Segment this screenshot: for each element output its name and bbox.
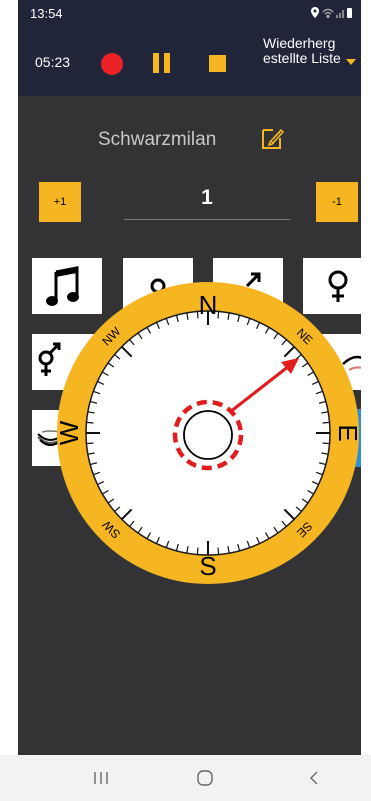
compass-center-button[interactable] bbox=[183, 410, 233, 460]
pause-bar-right bbox=[164, 53, 170, 73]
list-selector-label[interactable]: Wiederherg estellte Liste bbox=[263, 36, 348, 66]
compass-selector[interactable]: N S E W NE NW SE SW bbox=[56, 272, 360, 590]
signal-icon bbox=[336, 10, 344, 18]
recording-timer: 05:23 bbox=[35, 54, 71, 70]
status-bar: 13:54 bbox=[18, 0, 361, 26]
system-nav-bar bbox=[0, 755, 371, 801]
compass-tick bbox=[322, 421, 330, 424]
chevron-down-icon[interactable] bbox=[346, 59, 356, 65]
screen: 13:54 05:23 Wiederherg estellte Liste Sc… bbox=[0, 0, 371, 801]
compass-label-e[interactable]: E bbox=[333, 424, 360, 441]
location-icon bbox=[311, 7, 319, 18]
recording-toolbar: 05:23 Wiederherg estellte Liste bbox=[18, 26, 361, 96]
increment-button[interactable]: +1 bbox=[39, 182, 81, 222]
status-icons bbox=[311, 7, 352, 19]
wifi-icon bbox=[322, 8, 334, 19]
species-name: Schwarzmilan bbox=[98, 129, 217, 150]
compass-tick bbox=[86, 421, 94, 424]
edit-icon[interactable] bbox=[260, 125, 286, 151]
count-value[interactable]: 1 bbox=[124, 186, 290, 222]
compass-tick bbox=[217, 547, 220, 555]
count-underline bbox=[124, 219, 290, 220]
compass-tick bbox=[322, 442, 330, 445]
compass-tick bbox=[86, 442, 94, 445]
stop-button[interactable] bbox=[209, 55, 226, 72]
decrement-button[interactable]: -1 bbox=[316, 182, 358, 222]
compass-label-s[interactable]: S bbox=[199, 551, 216, 581]
record-button[interactable] bbox=[101, 53, 123, 75]
battery-icon bbox=[347, 8, 352, 18]
pause-bar-left bbox=[153, 53, 159, 73]
compass-label-n[interactable]: N bbox=[199, 290, 218, 320]
app-screen: 13:54 05:23 Wiederherg estellte Liste Sc… bbox=[18, 0, 361, 801]
status-time: 13:54 bbox=[30, 6, 63, 21]
compass-tick bbox=[217, 311, 220, 319]
pause-button[interactable] bbox=[153, 53, 171, 73]
compass-label-w[interactable]: W bbox=[56, 420, 84, 445]
species-header: Schwarzmilan bbox=[18, 125, 361, 155]
compass-tick bbox=[196, 547, 199, 555]
